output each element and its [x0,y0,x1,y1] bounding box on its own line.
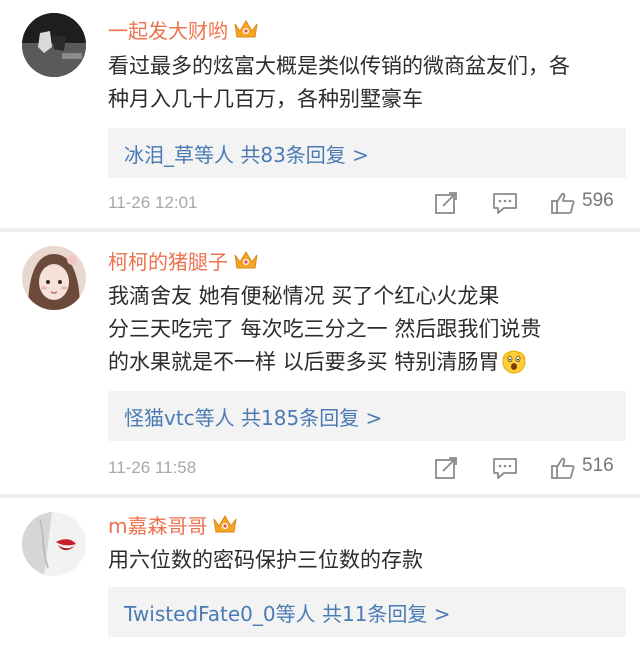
comment-text: 我滴舍友 她有便秘情况 买了个红心火龙果 分三天吃完了 每次吃三分之一 然后跟我… [108,280,628,379]
avatar-photo-icon [22,13,86,77]
like-count: 516 [582,455,614,476]
like-count: 596 [582,190,614,211]
forward-icon[interactable] [434,191,460,215]
comment-text: 用六位数的密码保护三位数的存款 [108,544,628,577]
comment-list: 一起发大财哟 看过最多的炫富大概是类似传销的微商盆友们，各 种月入几十几百万，各… [0,0,640,655]
comment-footer: 11-26 12:01 596 [108,188,628,218]
reply-icon[interactable] [492,191,518,215]
avatar[interactable] [22,13,86,77]
comment-text-line: 我滴舍友 她有便秘情况 买了个红心火龙果 [108,284,500,308]
thumbs-up-icon[interactable] [550,191,576,215]
comment-item: 柯柯的猪腿子 我滴舍友 她有便秘情况 买了个红心火龙果 分三天吃完了 每次吃三分… [0,232,640,494]
crown-icon [213,515,237,533]
reply-icon[interactable] [492,456,518,480]
comment-item: m嘉森哥哥 用六位数的密码保护三位数的存款 TwistedFate0_0等人 共… [0,498,640,655]
comment-footer: 11-26 11:58 516 [108,453,628,483]
scared-face-emoji-icon [502,350,527,374]
avatar[interactable] [22,246,86,310]
comment-text-line: 用六位数的密码保护三位数的存款 [108,548,423,572]
username[interactable]: 一起发大财哟 [108,15,228,44]
avatar[interactable] [22,512,86,576]
comment-text-line: 看过最多的炫富大概是类似传销的微商盆友们，各 [108,54,570,78]
username[interactable]: m嘉森哥哥 [108,510,207,539]
crown-icon [234,251,258,269]
comment-text: 看过最多的炫富大概是类似传销的微商盆友们，各 种月入几十几百万，各种别墅豪车 [108,50,628,116]
crown-icon [234,20,258,38]
username-row: m嘉森哥哥 [108,509,238,539]
comment-text-line: 的水果就是不一样 以后要多买 特别清肠胃 [108,350,500,374]
avatar-photo-icon [22,246,86,310]
reply-summary-link[interactable]: 怪猫vtc等人 共185条回复 > [108,391,626,441]
reply-summary-link[interactable]: 冰泪_草等人 共83条回复 > [108,128,626,178]
timestamp: 11-26 12:01 [108,193,198,212]
username-row: 一起发大财哟 [108,14,259,44]
username-row: 柯柯的猪腿子 [108,245,259,275]
comment-text-line: 种月入几十几百万，各种别墅豪车 [108,87,423,111]
timestamp: 11-26 11:58 [108,458,197,477]
avatar-photo-icon [22,512,86,576]
comment-text-line-with-emoji: 的水果就是不一样 以后要多买 特别清肠胃 [108,346,628,379]
comment-item: 一起发大财哟 看过最多的炫富大概是类似传销的微商盆友们，各 种月入几十几百万，各… [0,0,640,228]
forward-icon[interactable] [434,456,460,480]
reply-summary-link[interactable]: TwistedFate0_0等人 共11条回复 > [108,587,626,637]
username[interactable]: 柯柯的猪腿子 [108,246,228,275]
thumbs-up-icon[interactable] [550,456,576,480]
comment-text-line: 分三天吃完了 每次吃三分之一 然后跟我们说贵 [108,317,542,341]
